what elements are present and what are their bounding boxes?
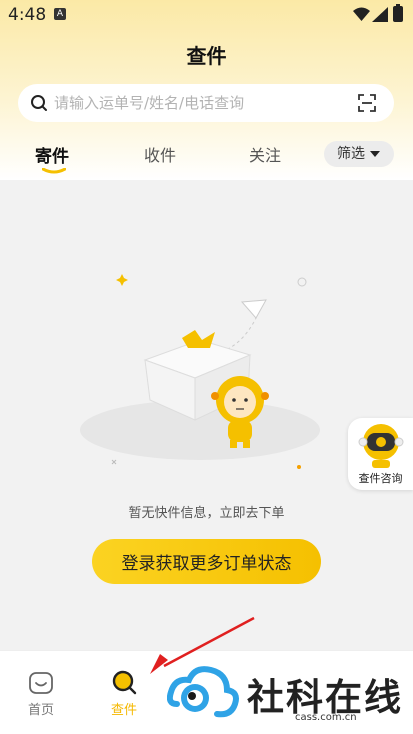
search-input[interactable] [54,84,344,122]
login-button[interactable]: 登录获取更多订单状态 [92,539,321,584]
tab-follow[interactable]: 关注 [249,142,281,166]
watermark: 社科在线 cass.com.cn [145,620,413,734]
watermark-logo-icon [167,666,239,718]
caret-down-icon [370,151,380,157]
tab-bar: 寄件 收件 关注 筛选 [0,138,413,178]
filter-button[interactable]: 筛选 [324,141,394,167]
wifi-icon [353,7,370,21]
status-bar: 4:48 A [0,0,413,30]
scan-icon[interactable] [358,94,376,112]
empty-state-message: 暂无快件信息，立即去下单 [128,506,285,521]
page-title: 查件 [186,44,227,68]
search-package-icon [112,670,137,695]
watermark-url: cass.com.cn [295,712,357,723]
tab-active-indicator [42,168,66,174]
robot-icon [358,424,404,468]
consult-label: 查件咨询 [358,472,403,485]
tab-send[interactable]: 寄件 [35,142,69,167]
nav-home-label: 首页 [27,703,54,718]
tab-receive[interactable]: 收件 [144,142,176,166]
battery-icon [393,4,403,22]
nav-home[interactable]: 首页 [11,651,71,721]
search-bar[interactable] [18,84,394,122]
status-time: 4:48 [8,5,47,25]
home-icon [29,672,53,694]
search-icon [31,95,47,111]
float-consult-button[interactable]: 查件咨询 [348,418,413,490]
signal-icon [372,7,388,22]
notification-icon: A [54,8,66,20]
filter-label: 筛选 [337,146,365,162]
empty-state-illustration [80,274,320,469]
